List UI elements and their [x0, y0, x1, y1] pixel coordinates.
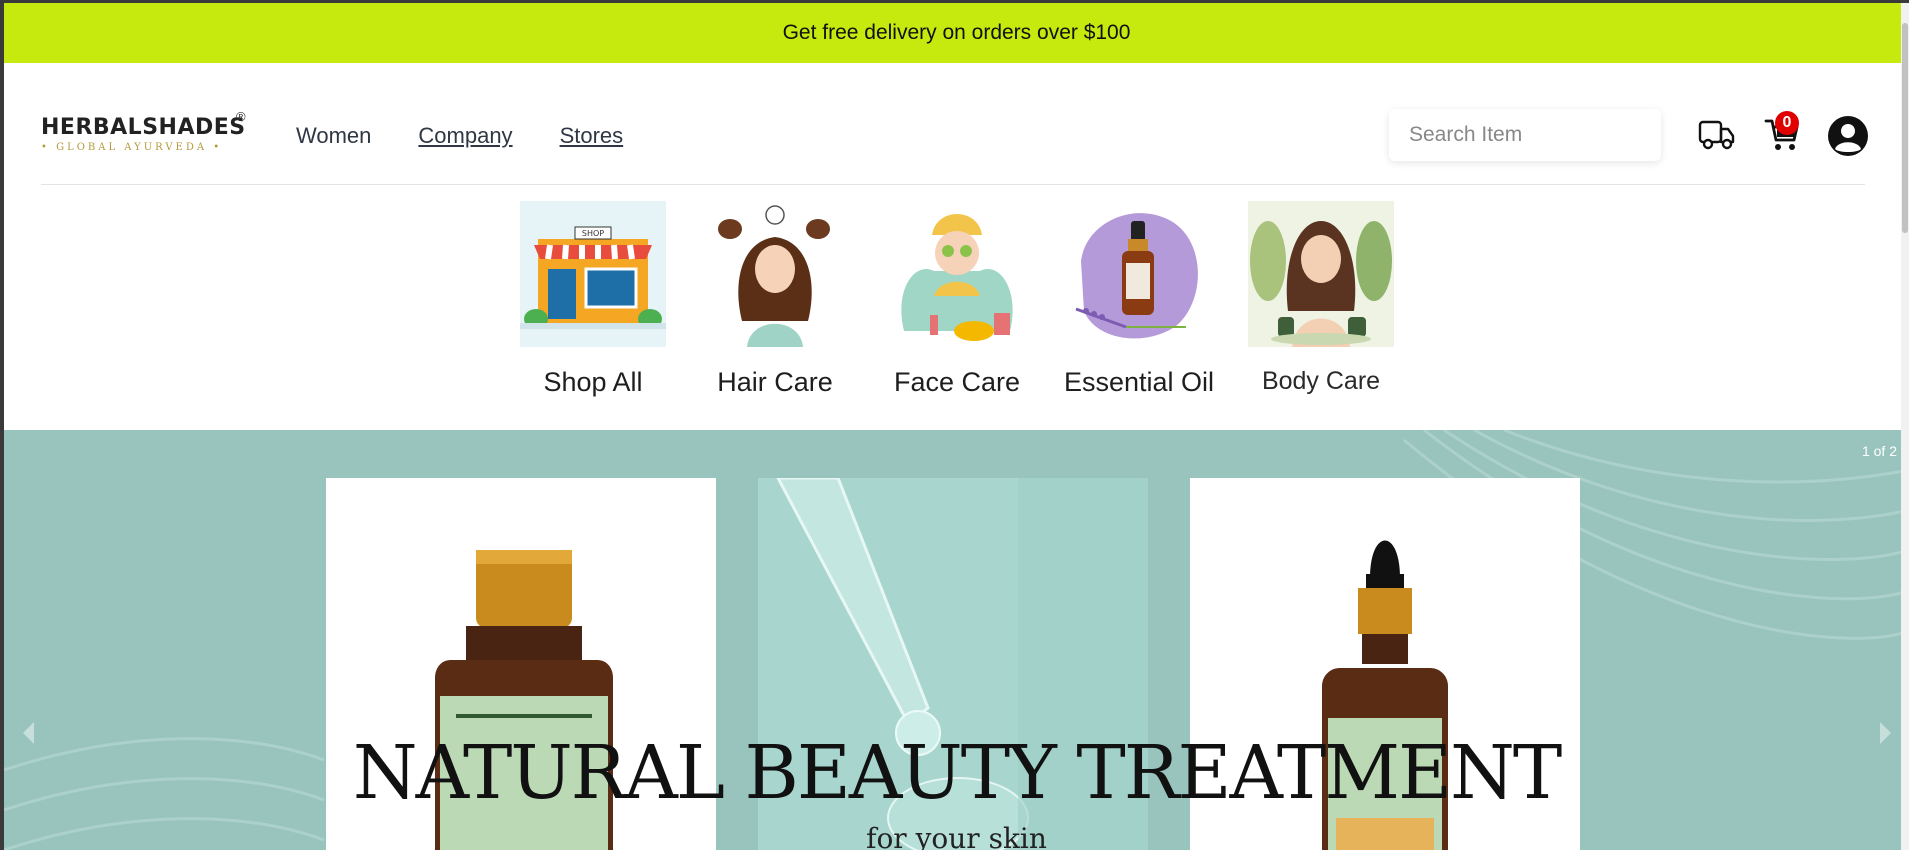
hero-headline: NATURAL BEAUTY TREATMENT: [352, 730, 1562, 816]
category-shop-all[interactable]: SHOP Shop All: [520, 201, 666, 398]
cart-count-badge: 0: [1775, 111, 1799, 135]
header-divider: [41, 184, 1865, 185]
truck-icon[interactable]: [1698, 119, 1736, 151]
category-face-care[interactable]: Face Care: [884, 201, 1030, 398]
brand-tagline: • GLOBAL AYURVEDA •: [41, 142, 223, 153]
body-care-image: [1248, 201, 1394, 347]
promo-text: Get free delivery on orders over $100: [782, 21, 1131, 44]
hair-care-image: [702, 201, 848, 347]
user-icon[interactable]: [1827, 115, 1869, 157]
hero-carousel: 1 of 2 NATURAL BEAUTY TREATMENT for your…: [4, 430, 1909, 850]
category-label: Shop All: [543, 367, 643, 397]
category-label: Body Care: [1261, 367, 1381, 395]
site-header: HERBALSHADES ® • GLOBAL AYURVEDA • Women…: [4, 63, 1909, 185]
promo-banner: Get free delivery on orders over $100: [4, 3, 1909, 63]
category-body-care[interactable]: Body Care: [1248, 201, 1394, 398]
nav-company[interactable]: Company: [418, 123, 512, 149]
brand-name: HERBALSHADES: [41, 115, 246, 140]
category-essential-oil[interactable]: Essential Oil: [1063, 201, 1215, 398]
hero-subline: for your skin: [866, 822, 1047, 850]
category-label: Essential Oil: [1063, 367, 1215, 397]
nav-stores[interactable]: Stores: [560, 123, 624, 149]
carousel-next-icon[interactable]: [1876, 720, 1894, 746]
shop-storefront-image: SHOP: [520, 201, 666, 347]
page: Get free delivery on orders over $100 HE…: [4, 3, 1909, 850]
scrollbar-thumb[interactable]: [1902, 23, 1908, 233]
essential-oil-image: [1066, 201, 1212, 347]
brand-logo[interactable]: HERBALSHADES ® • GLOBAL AYURVEDA •: [41, 109, 251, 169]
carousel-prev-icon[interactable]: [20, 720, 38, 746]
category-strip: SHOP Shop All Hair Care Face Care Essent…: [520, 201, 1394, 398]
category-label: Hair Care: [717, 367, 833, 397]
svg-text:SHOP: SHOP: [582, 229, 604, 238]
category-label: Face Care: [893, 367, 1021, 397]
main-nav: Women Company Stores: [296, 123, 623, 149]
slide-counter: 1 of 2: [1861, 443, 1897, 459]
search-placeholder: Search Item: [1409, 123, 1523, 146]
scrollbar-track[interactable]: [1901, 3, 1909, 850]
face-care-image: [884, 201, 1030, 347]
search-input[interactable]: Search Item: [1389, 109, 1661, 161]
registered-mark: ®: [236, 109, 246, 124]
nav-women[interactable]: Women: [296, 123, 371, 149]
category-hair-care[interactable]: Hair Care: [702, 201, 848, 398]
